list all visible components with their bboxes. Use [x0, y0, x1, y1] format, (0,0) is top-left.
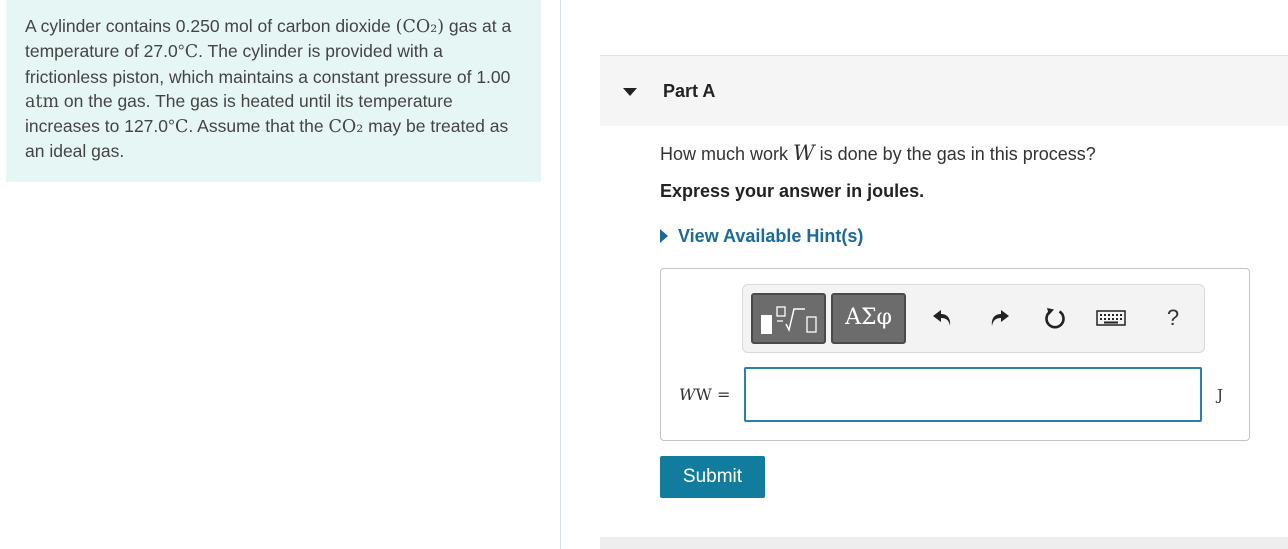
reset-icon: [1045, 308, 1065, 329]
help-button[interactable]: ?: [1153, 299, 1193, 337]
problem-statement: A cylinder contains 0.250 mol of carbon …: [6, 0, 541, 182]
question-text: How much work W is done by the gas in th…: [660, 141, 1096, 165]
panel-divider: [560, 0, 561, 549]
problem-text: . Assume that the: [188, 116, 329, 137]
question-text-before: How much work: [660, 144, 794, 164]
view-hints-label: View Available Hint(s): [678, 226, 864, 246]
answer-unit: J: [1217, 386, 1224, 404]
problem-math: (CO₂): [395, 17, 445, 37]
answer-label-var: W: [679, 385, 696, 404]
question-variable: W: [793, 141, 815, 165]
template-icon: [761, 306, 817, 334]
part-a-header[interactable]: Part A: [600, 55, 1288, 126]
redo-button[interactable]: [979, 299, 1019, 337]
question-text-after: is done by the gas in this process?: [814, 144, 1096, 164]
template-button[interactable]: [751, 293, 826, 344]
math-toolbar: ΑΣφ ?: [742, 284, 1205, 353]
answer-label-rest: W =: [695, 385, 731, 404]
problem-text: A cylinder contains 0.250 mol of carbon …: [25, 16, 396, 36]
keyboard-button[interactable]: [1091, 299, 1131, 337]
problem-math: CO₂: [328, 117, 364, 138]
redo-icon: [991, 310, 1009, 326]
answer-input[interactable]: [744, 367, 1202, 422]
help-icon: ?: [1166, 305, 1180, 330]
problem-math: atm: [25, 91, 60, 112]
greek-symbols-button[interactable]: ΑΣφ: [831, 293, 906, 344]
problem-math: C: [175, 117, 189, 138]
answer-box: ΑΣφ ? WW = J: [660, 268, 1250, 441]
undo-button[interactable]: [923, 299, 963, 337]
answer-instruction: Express your answer in joules.: [660, 181, 925, 201]
next-part-bar: [600, 537, 1288, 549]
collapse-caret-icon[interactable]: [623, 88, 637, 96]
undo-icon: [933, 310, 951, 326]
view-hints-link[interactable]: View Available Hint(s): [660, 226, 863, 247]
expand-caret-icon: [660, 228, 668, 243]
submit-button[interactable]: Submit: [660, 456, 765, 498]
keyboard-icon: [1096, 310, 1126, 326]
problem-math: C: [184, 42, 199, 63]
greek-symbols-icon: ΑΣφ: [845, 305, 892, 330]
part-title: Part A: [663, 81, 716, 101]
reset-button[interactable]: [1035, 299, 1075, 337]
answer-label: WW =: [679, 385, 730, 404]
